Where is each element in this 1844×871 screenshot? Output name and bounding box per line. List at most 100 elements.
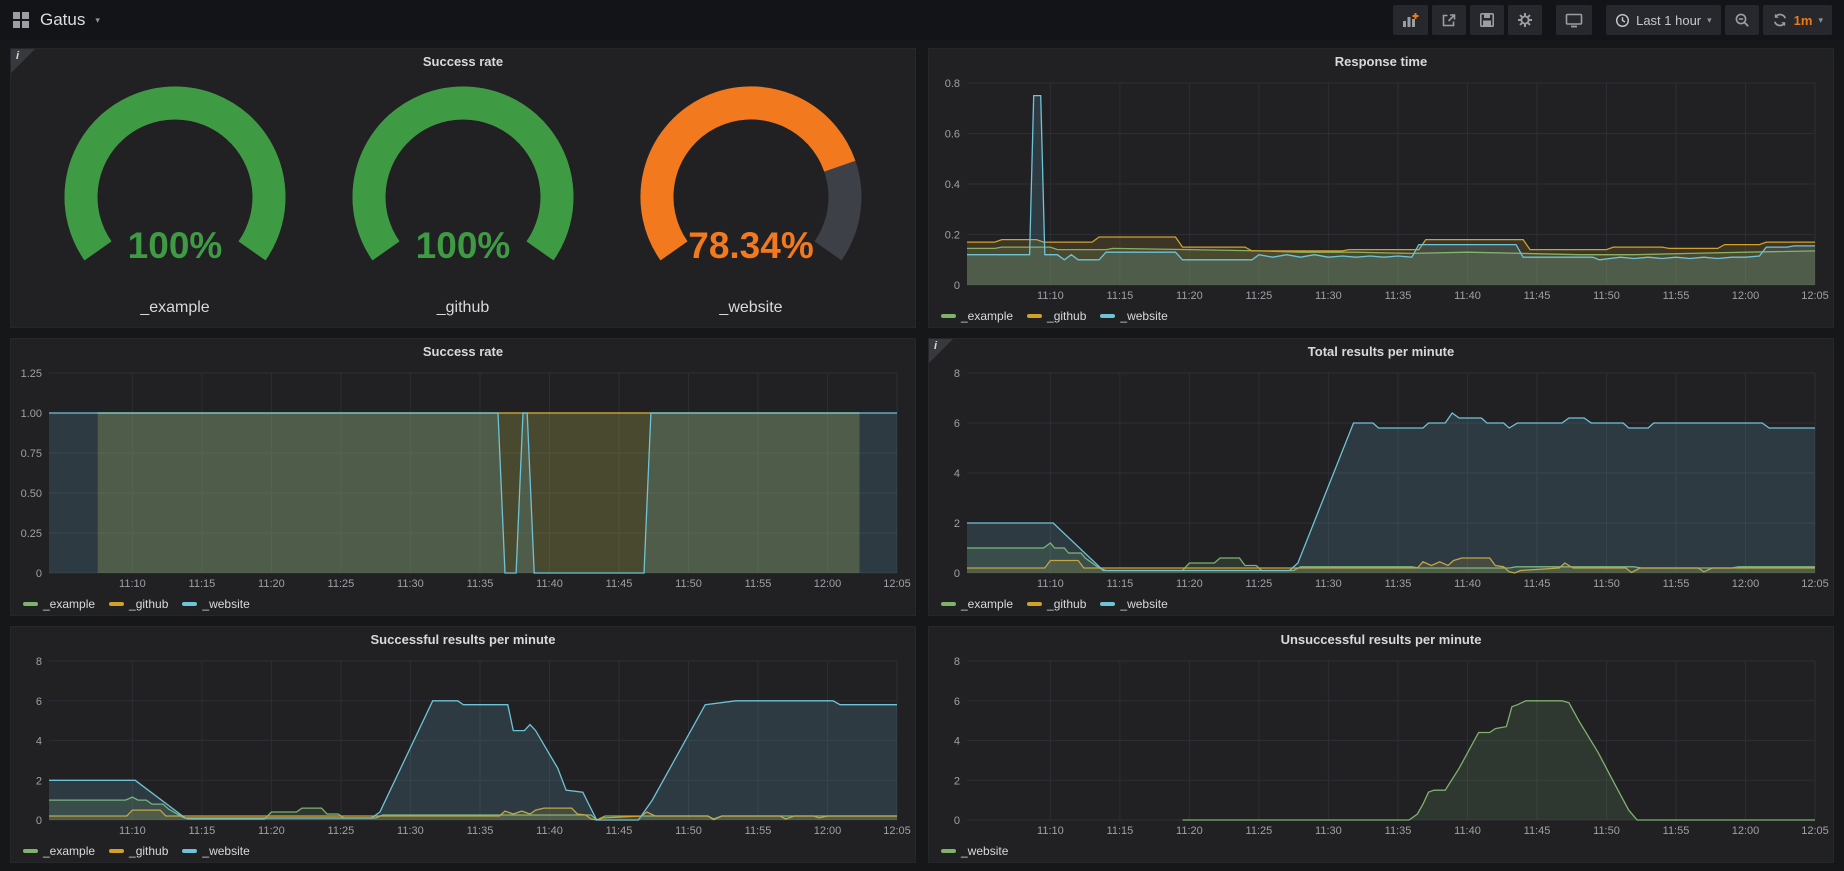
- svg-text:12:00: 12:00: [814, 825, 842, 837]
- svg-text:6: 6: [954, 696, 960, 708]
- svg-text:11:35: 11:35: [467, 825, 494, 837]
- svg-text:11:40: 11:40: [1454, 578, 1481, 590]
- add-panel-button[interactable]: [1393, 5, 1428, 35]
- svg-text:8: 8: [954, 656, 960, 668]
- gauge-_example: 100%_example: [50, 85, 300, 317]
- svg-text:11:20: 11:20: [1176, 290, 1203, 302]
- svg-text:0.50: 0.50: [21, 488, 42, 500]
- svg-text:11:30: 11:30: [397, 825, 424, 837]
- panel-total-results: i Total results per minute 0246811:1011:…: [928, 338, 1834, 616]
- legend-item-_website[interactable]: _website: [941, 844, 1008, 858]
- svg-text:100%: 100%: [416, 225, 511, 266]
- legend-item-_example[interactable]: _example: [23, 597, 95, 611]
- gauge-_github: 100%_github: [338, 85, 588, 317]
- svg-text:0: 0: [954, 568, 960, 580]
- panel-title[interactable]: Successful results per minute: [11, 627, 915, 653]
- svg-text:11:45: 11:45: [606, 578, 633, 590]
- svg-text:11:10: 11:10: [119, 578, 146, 590]
- legend-item-_example[interactable]: _example: [941, 309, 1013, 323]
- successful-results-chart[interactable]: 0246811:1011:1511:2011:2511:3011:3511:40…: [11, 653, 915, 840]
- svg-text:1.00: 1.00: [21, 408, 42, 420]
- svg-text:11:10: 11:10: [119, 825, 146, 837]
- panel-title[interactable]: Total results per minute: [929, 339, 1833, 365]
- refresh-button[interactable]: 1m ▾: [1763, 5, 1832, 35]
- legend-item-_github[interactable]: _github: [1027, 597, 1086, 611]
- dashboard-grid: i Success rate 100%_example100%_github78…: [10, 48, 1834, 863]
- svg-text:11:20: 11:20: [258, 825, 285, 837]
- chart-legend: _example _github _website: [929, 305, 1833, 327]
- svg-text:11:25: 11:25: [1246, 825, 1273, 837]
- legend-item-_website[interactable]: _website: [182, 597, 249, 611]
- response-time-chart[interactable]: 00.20.40.60.811:1011:1511:2011:2511:3011…: [929, 75, 1833, 305]
- zoom-out-button[interactable]: [1725, 5, 1759, 35]
- dashboard-title[interactable]: Gatus: [40, 10, 85, 30]
- svg-text:0.4: 0.4: [945, 179, 960, 191]
- svg-text:11:35: 11:35: [1385, 290, 1412, 302]
- total-results-chart[interactable]: 0246811:1011:1511:2011:2511:3011:3511:40…: [929, 365, 1833, 593]
- panel-title[interactable]: Unsuccessful results per minute: [929, 627, 1833, 653]
- legend-item-_github[interactable]: _github: [1027, 309, 1086, 323]
- chart-canvas[interactable]: 0246811:1011:1511:2011:2511:3011:3511:40…: [929, 653, 1833, 840]
- panel-info-corner: [11, 49, 35, 73]
- dashboards-grid-icon[interactable]: [12, 11, 30, 29]
- legend-item-_website[interactable]: _website: [1100, 309, 1167, 323]
- panel-title[interactable]: Response time: [929, 49, 1833, 75]
- svg-text:12:00: 12:00: [814, 578, 842, 590]
- legend-item-_github[interactable]: _github: [109, 597, 168, 611]
- info-icon[interactable]: i: [16, 50, 19, 62]
- panel-success-rate-gauges: i Success rate 100%_example100%_github78…: [10, 48, 916, 328]
- svg-text:1.25: 1.25: [21, 368, 42, 380]
- svg-text:11:40: 11:40: [536, 825, 563, 837]
- legend-item-_example[interactable]: _example: [23, 844, 95, 858]
- svg-text:4: 4: [954, 468, 960, 480]
- svg-text:11:35: 11:35: [1385, 578, 1412, 590]
- time-range-button[interactable]: Last 1 hour ▾: [1606, 5, 1721, 35]
- chevron-down-icon: ▾: [1707, 16, 1712, 25]
- panel-response-time: Response time 00.20.40.60.811:1011:1511:…: [928, 48, 1834, 328]
- svg-text:6: 6: [36, 696, 42, 708]
- legend-item-_example[interactable]: _example: [941, 597, 1013, 611]
- svg-text:11:55: 11:55: [1663, 825, 1690, 837]
- svg-text:11:55: 11:55: [1663, 290, 1690, 302]
- svg-text:11:10: 11:10: [1037, 825, 1064, 837]
- chart-canvas[interactable]: 0246811:1011:1511:2011:2511:3011:3511:40…: [929, 365, 1833, 593]
- panel-title[interactable]: Success rate: [11, 49, 915, 75]
- chart-legend: _example _github _website: [929, 593, 1833, 615]
- svg-text:0.8: 0.8: [945, 78, 960, 90]
- cycle-view-tv-button[interactable]: [1556, 5, 1592, 35]
- svg-text:12:00: 12:00: [1732, 825, 1760, 837]
- svg-text:8: 8: [954, 368, 960, 380]
- refresh-interval-label: 1m: [1794, 13, 1813, 28]
- svg-text:2: 2: [36, 775, 42, 787]
- svg-text:11:10: 11:10: [1037, 290, 1064, 302]
- svg-text:11:35: 11:35: [1385, 825, 1412, 837]
- gauge-_website: 78.34%_website: [626, 85, 876, 317]
- chart-canvas[interactable]: 0246811:1011:1511:2011:2511:3011:3511:40…: [11, 653, 915, 840]
- gauge-canvas: 100%: [50, 85, 300, 297]
- legend-item-_github[interactable]: _github: [109, 844, 168, 858]
- chevron-down-icon: ▾: [95, 16, 100, 25]
- svg-text:11:30: 11:30: [1315, 290, 1342, 302]
- svg-text:11:55: 11:55: [745, 578, 772, 590]
- info-icon[interactable]: i: [934, 340, 937, 352]
- svg-text:2: 2: [954, 518, 960, 530]
- chart-canvas[interactable]: 00.20.40.60.811:1011:1511:2011:2511:3011…: [929, 75, 1833, 305]
- panel-unsuccessful-results: Unsuccessful results per minute 0246811:…: [928, 626, 1834, 863]
- chart-legend: _example _github _website: [11, 840, 915, 862]
- settings-gear-button[interactable]: [1508, 5, 1542, 35]
- gauge-label: _website: [719, 299, 782, 317]
- legend-item-_website[interactable]: _website: [182, 844, 249, 858]
- share-button[interactable]: [1432, 5, 1466, 35]
- svg-text:11:25: 11:25: [328, 825, 355, 837]
- svg-text:0.75: 0.75: [21, 448, 42, 460]
- success-rate-chart[interactable]: 00.250.500.751.001.2511:1011:1511:2011:2…: [11, 365, 915, 593]
- svg-text:11:45: 11:45: [1524, 290, 1551, 302]
- svg-text:2: 2: [954, 775, 960, 787]
- svg-text:11:40: 11:40: [1454, 290, 1481, 302]
- unsuccessful-results-chart[interactable]: 0246811:1011:1511:2011:2511:3011:3511:40…: [929, 653, 1833, 840]
- save-button[interactable]: [1470, 5, 1504, 35]
- chart-canvas[interactable]: 00.250.500.751.001.2511:1011:1511:2011:2…: [11, 365, 915, 593]
- legend-item-_website[interactable]: _website: [1100, 597, 1167, 611]
- gauge-canvas: 100%: [338, 85, 588, 297]
- panel-title[interactable]: Success rate: [11, 339, 915, 365]
